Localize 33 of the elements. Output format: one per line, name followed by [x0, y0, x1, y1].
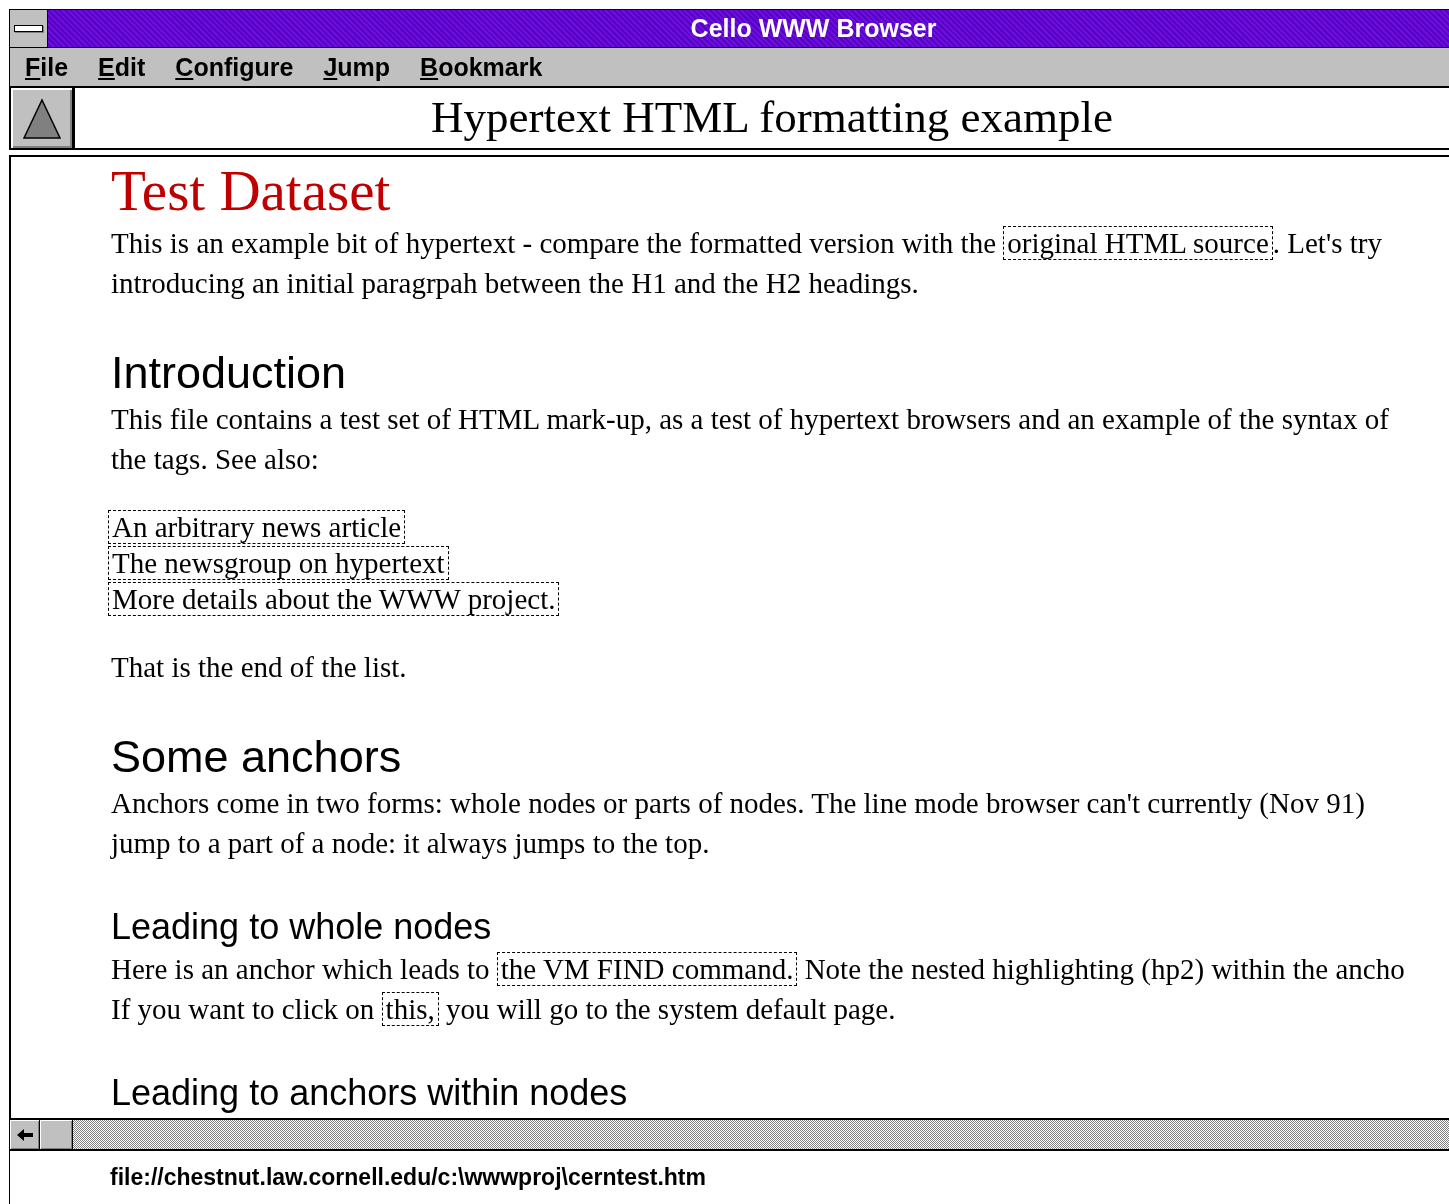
- paragraph-text: Anchors come in two forms: whole nodes or parts of nodes. The line mode browser can't currently (Nov 91): [111, 786, 1366, 821]
- scroll-thumb[interactable]: [40, 1120, 73, 1149]
- subsection-heading: Leading to anchors within nodes: [111, 1071, 629, 1115]
- menu-item[interactable]: Configure: [175, 52, 294, 82]
- page-heading: Test Dataset: [111, 158, 392, 224]
- paragraph-text: jump to a part of a node: it always jumps to the top.: [111, 826, 711, 861]
- control-menu-button[interactable]: [10, 10, 48, 47]
- status-url: file://chestnut.law.cornell.edu/c:\wwwproj\cerntest.htm: [110, 1164, 706, 1191]
- hyperlink[interactable]: the VM FIND command.: [496, 952, 798, 986]
- scroll-left-button[interactable]: [10, 1120, 40, 1149]
- hyperlink[interactable]: original HTML source: [1003, 226, 1273, 260]
- paragraph-text: This is an example bit of hypertext - compare the formatted version with the original HTML source. Let's try: [111, 225, 1383, 262]
- menu-item[interactable]: Edit: [98, 52, 146, 82]
- subsection-heading: Leading to whole nodes: [111, 905, 493, 949]
- menu-item[interactable]: Jump: [323, 52, 391, 82]
- window-title: Cello WWW Browser: [689, 13, 938, 44]
- hyperlink[interactable]: this,: [381, 992, 439, 1026]
- up-button[interactable]: [11, 88, 75, 148]
- hyperlink[interactable]: More details about the WWW project.: [108, 582, 560, 616]
- menu-item[interactable]: File: [25, 52, 69, 82]
- paragraph-text: This file contains a test set of HTML mark-up, as a test of hypertext browsers and an example of the syntax of: [111, 402, 1390, 437]
- paragraph-text: introducing an initial paragrpah between the H1 and the H2 headings.: [111, 266, 920, 301]
- paragraph-text: If you want to click on this, you will go to the system default page.: [111, 991, 897, 1028]
- paragraph-text: That is the end of the list.: [111, 650, 408, 685]
- hyperlink[interactable]: An arbitrary news article: [108, 510, 406, 544]
- paragraph-text: the tags. See also:: [111, 442, 320, 477]
- menu-item[interactable]: Bookmark: [420, 52, 543, 82]
- paragraph-text: Here is an anchor which leads to the VM FIND command. Note the nested highlighting (hp2) within the ancho: [111, 951, 1406, 988]
- section-heading: Some anchors: [111, 731, 403, 783]
- left-arrow-icon: [15, 1127, 34, 1142]
- section-heading: Introduction: [111, 347, 348, 399]
- hyperlink[interactable]: The newsgroup on hypertext: [108, 546, 449, 580]
- document-title: Hypertext HTML formatting example: [430, 91, 1114, 144]
